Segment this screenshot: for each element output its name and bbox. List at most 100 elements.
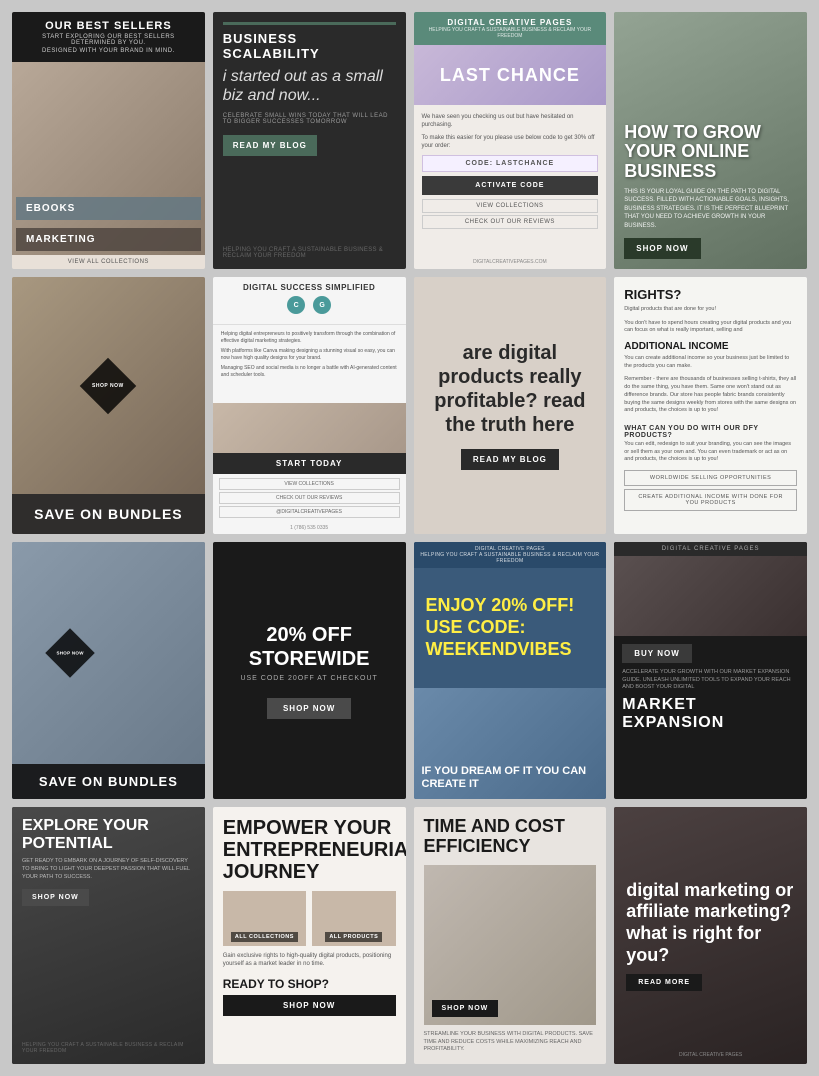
card-2-tagline: i started out as a small biz and now... (223, 67, 396, 105)
card-14-label-2: ALL PRODUCTS (325, 932, 382, 942)
card-3-content: We have seen you checking us out but hav… (414, 105, 607, 255)
card-13-content: EXPLORE YOUR POTENTIAL GET READY TO EMBA… (12, 807, 205, 1064)
card-6-footer: 1 (786) 535 0335 (213, 522, 406, 534)
card-1-footer[interactable]: VIEW ALL COLLECTIONS (12, 255, 205, 269)
card-14-title: EMPOWER YOUR ENTREPRENEURIAL JOURNEY (223, 817, 396, 883)
card-save-bundles-2: SHOP BUNDLES SHOP NOW SAVE ON BUNDLES (12, 542, 205, 799)
card-11-brand-sub: HELPING YOU CRAFT A SUSTAINABLE BUSINESS… (420, 552, 601, 564)
card-8-body2: You can create additional income so your… (624, 355, 797, 370)
card-6-link-1[interactable]: VIEW COLLECTIONS (219, 478, 400, 490)
card-3-brand: DIGITAL CREATIVE PAGES (422, 18, 599, 27)
card-16-content: digital marketing or affiliate marketing… (614, 807, 807, 1064)
card-3-footer: DIGITALCREATIVEPAGES.COM (414, 255, 607, 269)
card-9-bottom: SAVE ON BUNDLES (12, 764, 205, 799)
card-8-link2[interactable]: CREATE ADDITIONAL INCOME WITH DONE FOR Y… (624, 489, 797, 511)
card-enjoy-twenty: DIGITAL CREATIVE PAGES HELPING YOU CRAFT… (414, 542, 607, 799)
card-digital-profitable: are digital products really profitable? … (414, 277, 607, 534)
card-twenty-off: 20% OFF STOREWIDE USE CODE 20OFF AT CHEC… (213, 542, 406, 799)
card-digital-success: DIGITAL SUCCESS SIMPLIFIED C G Helping d… (213, 277, 406, 534)
card-digital-vs-affiliate: digital marketing or affiliate marketing… (614, 807, 807, 1064)
card-16-read-btn[interactable]: READ MORE (626, 974, 702, 991)
card-last-chance: DIGITAL CREATIVE PAGES HELPING YOU CRAFT… (414, 12, 607, 269)
card-4-body: THIS IS YOUR LOYAL GUIDE ON THE PATH TO … (624, 188, 797, 230)
card-12-title: MARKET EXPANSION (622, 696, 799, 732)
card-6-link-2[interactable]: CHECK OUT OUR REVIEWS (219, 492, 400, 504)
card-1-ebooks-label[interactable]: EBOOKS (16, 197, 201, 220)
card-6-image (213, 403, 406, 453)
card-6-body2: With platforms like Canva making designi… (221, 348, 398, 362)
card-6-logos: C G (221, 292, 398, 318)
card-7-title: are digital products really profitable? … (430, 341, 591, 437)
card-6-links: VIEW COLLECTIONS CHECK OUT OUR REVIEWS @… (213, 474, 406, 522)
card-8-note: Remember - there are thousands of busine… (624, 376, 797, 414)
card-8-sub1: Digital products that are done for you! (624, 306, 797, 314)
card-9-title: SAVE ON BUNDLES (22, 774, 195, 789)
card-10-code: USE CODE 20OFF AT CHECKOUT (240, 675, 377, 682)
card-10-title: 20% OFF STOREWIDE (229, 623, 390, 671)
card-15-image: SHOP NOW (424, 865, 597, 1025)
card-11-promo: ENJOY 20% OFF! USE CODE: WEEKENDVIBES (414, 568, 607, 688)
card-2-sub: CELEBRATE SMALL WINS TODAY THAT WILL LEA… (223, 113, 396, 125)
card-6-logo-2: G (313, 296, 331, 314)
card-3-brand-sub: HELPING YOU CRAFT A SUSTAINABLE BUSINESS… (422, 27, 599, 39)
card-15-shop-btn[interactable]: SHOP NOW (432, 1000, 499, 1017)
card-14-img-row: ALL COLLECTIONS ALL PRODUCTS (223, 891, 396, 946)
card-14-shop-btn[interactable]: SHOP NOW (223, 995, 396, 1016)
card-5-shop-now[interactable]: SHOP NOW (93, 382, 125, 388)
card-8-title: RIGHTS? (624, 287, 797, 302)
card-1-header: OUR BEST SELLERS START EXPLORING OUR BES… (12, 12, 205, 62)
card-8-title2: ADDITIONAL INCOME (624, 341, 797, 352)
card-6-logo-1: C (287, 296, 305, 314)
card-2-title: BUSINESS SCALABILITY (223, 31, 396, 61)
card-8-body1: You don't have to spend hours creating y… (624, 320, 797, 335)
card-15-title: TIME AND COST EFFICIENCY (424, 817, 597, 857)
card-6-title: DIGITAL SUCCESS SIMPLIFIED (221, 283, 398, 292)
card-5-bottom: SAVE ON BUNDLES (12, 494, 205, 534)
card-3-code: CODE: LASTCHANCE (422, 155, 599, 172)
card-12-buy-btn[interactable]: BUY NOW (622, 644, 692, 663)
card-grid: OUR BEST SELLERS START EXPLORING OUR BES… (12, 12, 807, 1064)
card-9-shop-now[interactable]: SHOP NOW (56, 650, 83, 655)
card-14-ready: READY TO SHOP? (223, 977, 396, 991)
card-10-shop-btn[interactable]: SHOP NOW (267, 698, 351, 719)
card-5-image: SHOP NOW (12, 277, 205, 494)
card-8-link1[interactable]: WORLDWIDE SELLING OPPORTUNITIES (624, 470, 797, 486)
card-3-image: LAST CHANCE (414, 45, 607, 105)
card-12-brand: DIGITAL CREATIVE PAGES (614, 542, 807, 556)
card-15-body: STREAMLINE YOUR BUSINESS WITH DIGITAL PR… (424, 1031, 597, 1054)
card-12-image (614, 556, 807, 636)
card-how-to-grow: HOW TO GROW YOUR ONLINE BUSINESS THIS IS… (614, 12, 807, 269)
card-13-title: EXPLORE YOUR POTENTIAL (22, 817, 195, 852)
card-empower-journey: EMPOWER YOUR ENTREPRENEURIAL JOURNEY ALL… (213, 807, 406, 1064)
card-3-body2: To make this easier for you please use b… (422, 134, 599, 151)
card-explore-potential: EXPLORE YOUR POTENTIAL GET READY TO EMBA… (12, 807, 205, 1064)
card-11-caption: IF YOU DREAM OF IT YOU CAN CREATE IT (422, 765, 599, 791)
card-6-start-btn[interactable]: START TODAY (213, 453, 406, 474)
card-3-header: DIGITAL CREATIVE PAGES HELPING YOU CRAFT… (414, 12, 607, 45)
card-best-sellers: OUR BEST SELLERS START EXPLORING OUR BES… (12, 12, 205, 269)
card-3-activate-btn[interactable]: ACTIVATE CODE (422, 176, 599, 195)
card-1-image: EBOOKS MARKETING (12, 62, 205, 255)
card-8-body3: You can edit, redesign to suit your bran… (624, 441, 797, 464)
card-4-shop-btn[interactable]: SHOP NOW (624, 238, 700, 259)
card-16-title: digital marketing or affiliate marketing… (626, 880, 795, 966)
card-2-btn[interactable]: READ MY BLOG (223, 135, 317, 156)
card-3-link-2[interactable]: CHECK OUT OUR REVIEWS (422, 215, 599, 229)
card-2-brand-bar (223, 22, 396, 25)
card-1-title: OUR BEST SELLERS (20, 20, 197, 32)
card-9-diamond: SHOP NOW (45, 628, 94, 677)
card-13-footer: HELPING YOU CRAFT A SUSTAINABLE BUSINESS… (22, 1042, 195, 1054)
card-11-header: DIGITAL CREATIVE PAGES HELPING YOU CRAFT… (414, 542, 607, 568)
card-1-marketing-label[interactable]: MARKETING (16, 228, 201, 251)
card-14-img-box-1: ALL COLLECTIONS (223, 891, 306, 946)
card-8-section1: WHAT CAN YOU DO WITH OUR DFY PRODUCTS? (624, 425, 797, 439)
card-7-read-btn[interactable]: READ MY BLOG (461, 449, 559, 470)
card-6-content: Helping digital entrepreneurs to positiv… (213, 325, 406, 403)
card-14-body: Gain exclusive rights to high-quality di… (223, 952, 396, 969)
card-3-link-1[interactable]: VIEW COLLECTIONS (422, 199, 599, 213)
card-6-link-3[interactable]: @DIGITALCREATIVEPAGES (219, 506, 400, 518)
card-5-diamond: SHOP NOW (80, 357, 137, 414)
card-13-shop-btn[interactable]: SHOP NOW (22, 889, 89, 906)
card-6-body1: Helping digital entrepreneurs to positiv… (221, 331, 398, 345)
card-3-body1: We have seen you checking us out but hav… (422, 113, 599, 130)
